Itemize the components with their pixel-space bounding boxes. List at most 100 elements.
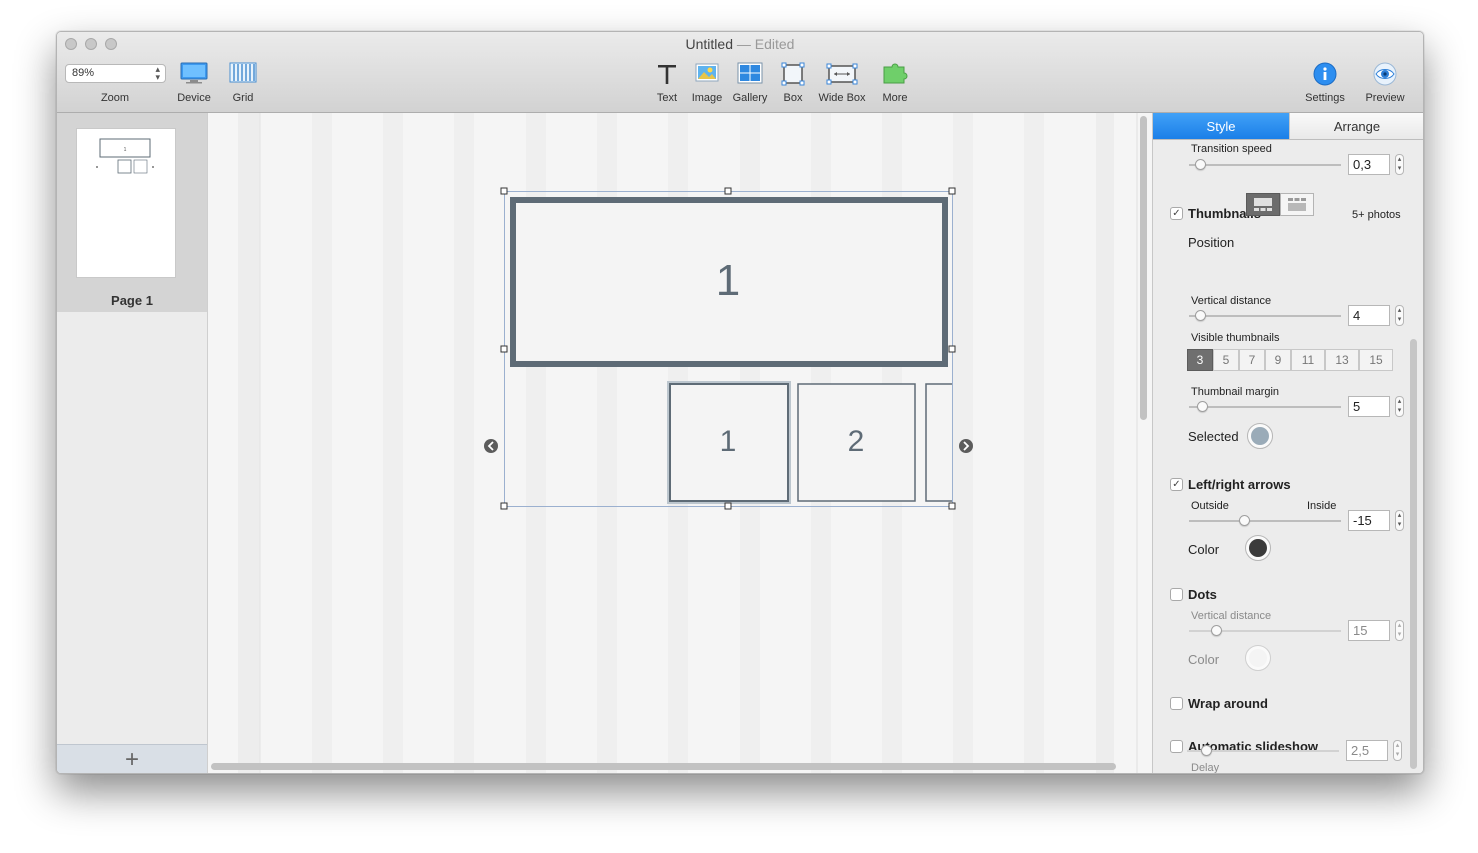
- design-canvas[interactable]: 1 1 2: [208, 113, 1152, 773]
- inside-label: Inside: [1307, 500, 1337, 512]
- arrows-offset-slider[interactable]: [1239, 515, 1250, 526]
- thumb-vertical-distance-track[interactable]: [1189, 315, 1341, 317]
- thumbnail-3-partial[interactable]: [925, 383, 952, 502]
- transition-speed-stepper[interactable]: ▴ ▾: [1395, 154, 1404, 175]
- page-tile[interactable]: 1 Page 1: [57, 113, 207, 312]
- arrows-color-well[interactable]: [1245, 535, 1271, 561]
- arrows-offset-field[interactable]: -15: [1348, 510, 1390, 531]
- dots-vertical-distance-label: Vertical distance: [1191, 610, 1272, 622]
- tab-style[interactable]: Style: [1153, 113, 1289, 140]
- dots-color-swatch: [1249, 649, 1267, 667]
- preview-button[interactable]: [1372, 62, 1398, 93]
- thumbnail-margin-slider[interactable]: [1197, 401, 1208, 412]
- thumbnail-margin-field[interactable]: 5: [1348, 396, 1390, 417]
- arrows-color-swatch: [1249, 539, 1267, 557]
- edited-status: Edited: [754, 36, 795, 52]
- zoom-select[interactable]: 89% ▴ ▾: [65, 64, 166, 83]
- right-arrow-icon[interactable]: [959, 439, 973, 453]
- inspector-scrollbar[interactable]: [1410, 339, 1417, 769]
- box-button[interactable]: [781, 62, 805, 91]
- more-label: More: [882, 92, 908, 104]
- dots-vertical-distance-field[interactable]: 15: [1348, 620, 1390, 641]
- arrows-section-label: Left/right arrows: [1188, 477, 1291, 492]
- pages-sidebar: 1 Page 1 +: [57, 113, 208, 773]
- thumbnail-margin-stepper[interactable]: ▴ ▾: [1395, 396, 1404, 417]
- thumb-vertical-distance-slider[interactable]: [1195, 310, 1206, 321]
- thumbnail-margin-track[interactable]: [1189, 406, 1341, 408]
- arrows-offset-track[interactable]: [1189, 520, 1341, 522]
- svg-text:1: 1: [124, 147, 127, 153]
- settings-label: Settings: [1305, 92, 1345, 104]
- preview-label: Preview: [1365, 92, 1405, 104]
- visible-option-7[interactable]: 7: [1239, 349, 1265, 371]
- title-separator: —: [736, 36, 751, 52]
- more-button[interactable]: [881, 62, 911, 91]
- tab-arrange[interactable]: Arrange: [1289, 113, 1423, 140]
- visible-option-3[interactable]: 3: [1187, 349, 1213, 371]
- dots-checkbox[interactable]: [1170, 588, 1183, 601]
- canvas-horizontal-scrollbar[interactable]: [211, 763, 1116, 770]
- thumbnails-photo-note: 5+ photos: [1352, 209, 1401, 221]
- wide-box-button[interactable]: [826, 62, 858, 91]
- thumb-vertical-distance-stepper[interactable]: ▴ ▾: [1395, 305, 1404, 326]
- dots-color-well[interactable]: [1245, 645, 1271, 671]
- text-button[interactable]: [655, 62, 679, 91]
- box-icon: [781, 62, 805, 86]
- arrows-checkbox[interactable]: ✓: [1170, 478, 1183, 491]
- zoom-value: 89%: [72, 67, 95, 79]
- delay-field[interactable]: 2,5: [1346, 740, 1388, 761]
- thumbnails-above-icon: [1288, 198, 1306, 211]
- position-above-button[interactable]: [1280, 193, 1314, 216]
- delay-stepper[interactable]: ▴ ▾: [1393, 740, 1402, 761]
- device-label: Device: [177, 92, 211, 104]
- wrap-around-checkbox[interactable]: [1170, 697, 1183, 710]
- visible-option-11[interactable]: 11: [1291, 349, 1325, 371]
- toolbar: Untitled — Edited 89% ▴ ▾ Zoom Device Gr…: [57, 32, 1423, 113]
- wide-box-label: Wide Box: [818, 92, 866, 104]
- settings-button[interactable]: [1312, 62, 1338, 93]
- page-thumbnail[interactable]: 1: [76, 128, 176, 278]
- gallery-button[interactable]: [737, 62, 763, 89]
- selected-color-swatch: [1251, 427, 1269, 445]
- dots-vertical-distance-slider[interactable]: [1211, 625, 1222, 636]
- visible-thumbnails-label: Visible thumbnails: [1191, 332, 1280, 344]
- transition-speed-label: Transition speed: [1191, 143, 1272, 155]
- selected-color-well[interactable]: [1247, 423, 1273, 449]
- visible-option-9[interactable]: 9: [1265, 349, 1291, 371]
- transition-speed-track[interactable]: [1189, 164, 1341, 166]
- add-page-bar[interactable]: +: [57, 744, 207, 773]
- visible-option-15[interactable]: 15: [1359, 349, 1393, 371]
- left-arrow-icon[interactable]: [484, 439, 498, 453]
- position-label: Position: [1188, 235, 1235, 250]
- up-down-chevron-icon: ▴ ▾: [155, 64, 160, 82]
- visible-option-5[interactable]: 5: [1213, 349, 1239, 371]
- gallery-icon: [737, 62, 763, 84]
- dots-vertical-distance-stepper[interactable]: ▴ ▾: [1395, 620, 1404, 641]
- text-t-icon: [658, 65, 676, 84]
- document-name: Untitled: [685, 36, 733, 52]
- box-label: Box: [783, 92, 803, 104]
- thumbnails-checkbox[interactable]: ✓: [1170, 207, 1183, 220]
- wide-box-icon: [826, 63, 858, 85]
- gallery-label: Gallery: [732, 92, 768, 104]
- thumbnail-1-number: 1: [720, 425, 737, 458]
- transition-speed-field[interactable]: 0,3: [1348, 154, 1390, 175]
- main-slide-number: 1: [716, 256, 740, 305]
- add-page-plus-icon[interactable]: +: [57, 746, 207, 773]
- zoom-label: Zoom: [100, 92, 130, 104]
- delay-label: Delay: [1191, 762, 1220, 773]
- thumbnails-below-icon: [1254, 198, 1272, 211]
- image-button[interactable]: [695, 62, 719, 89]
- canvas-vertical-scrollbar[interactable]: [1140, 116, 1147, 420]
- grid-button[interactable]: [229, 62, 257, 89]
- visible-option-13[interactable]: 13: [1325, 349, 1359, 371]
- position-below-button[interactable]: [1246, 193, 1280, 216]
- app-window: Untitled — Edited 89% ▴ ▾ Zoom Device Gr…: [56, 31, 1424, 774]
- delay-slider[interactable]: [1201, 745, 1212, 756]
- transition-speed-slider[interactable]: [1195, 159, 1206, 170]
- selected-color-label: Selected: [1188, 429, 1239, 444]
- device-button[interactable]: [179, 62, 209, 89]
- arrows-offset-stepper[interactable]: ▴ ▾: [1395, 510, 1404, 531]
- thumb-vertical-distance-field[interactable]: 4: [1348, 305, 1390, 326]
- gallery-element[interactable]: 1 1 2: [484, 187, 973, 510]
